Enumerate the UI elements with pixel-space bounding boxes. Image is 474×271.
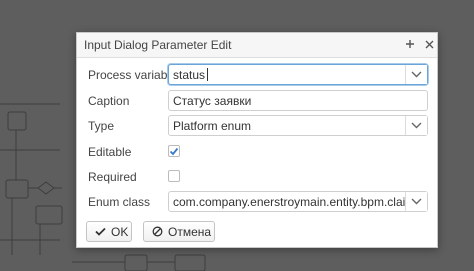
required-row: Required bbox=[77, 166, 437, 188]
caption-label: Caption bbox=[88, 94, 130, 108]
dialog-header: Input Dialog Parameter Edit bbox=[77, 33, 437, 58]
ok-button-label: OK bbox=[111, 224, 129, 239]
enum-class-row: Enum class com.company.enerstroymain.ent… bbox=[77, 191, 437, 213]
chevron-down-icon[interactable] bbox=[405, 116, 427, 135]
ban-icon bbox=[152, 226, 163, 237]
cancel-button-label: Отмена bbox=[168, 224, 212, 239]
plus-icon[interactable] bbox=[402, 36, 418, 52]
enum-class-label: Enum class bbox=[88, 195, 151, 209]
ok-button[interactable]: OK bbox=[86, 221, 132, 242]
editable-row: Editable bbox=[77, 141, 437, 163]
type-row: Type Platform enum bbox=[77, 115, 437, 137]
caption-value[interactable]: Статус заявки bbox=[173, 94, 251, 108]
checkmark-icon bbox=[95, 227, 106, 236]
enum-class-value[interactable]: com.company.enerstroymain.entity.bpm.cla… bbox=[173, 195, 405, 209]
text-cursor bbox=[207, 68, 208, 81]
close-icon[interactable] bbox=[421, 36, 437, 52]
dialog-title: Input Dialog Parameter Edit bbox=[84, 38, 232, 52]
type-value[interactable]: Platform enum bbox=[173, 119, 251, 133]
chevron-down-icon[interactable] bbox=[405, 192, 427, 211]
checkmark-icon bbox=[169, 147, 179, 155]
process-variable-combobox[interactable]: status bbox=[168, 64, 428, 85]
caption-input[interactable]: Статус заявки bbox=[168, 90, 428, 111]
cancel-button[interactable]: Отмена bbox=[143, 221, 215, 242]
required-label: Required bbox=[88, 170, 137, 184]
editable-label: Editable bbox=[88, 145, 132, 159]
input-dialog-parameter-edit: Input Dialog Parameter Edit Process vari… bbox=[76, 32, 438, 248]
enum-class-select[interactable]: com.company.enerstroymain.entity.bpm.cla… bbox=[168, 191, 428, 212]
editable-checkbox[interactable] bbox=[168, 145, 180, 157]
chevron-down-icon[interactable] bbox=[405, 65, 427, 84]
type-label: Type bbox=[88, 119, 115, 133]
process-variable-value[interactable]: status bbox=[173, 68, 205, 82]
caption-row: Caption Статус заявки bbox=[77, 90, 437, 112]
required-checkbox[interactable] bbox=[168, 170, 180, 182]
type-select[interactable]: Platform enum bbox=[168, 115, 428, 136]
process-variable-label: Process variable bbox=[88, 68, 177, 82]
process-variable-row: Process variable status bbox=[77, 64, 437, 86]
